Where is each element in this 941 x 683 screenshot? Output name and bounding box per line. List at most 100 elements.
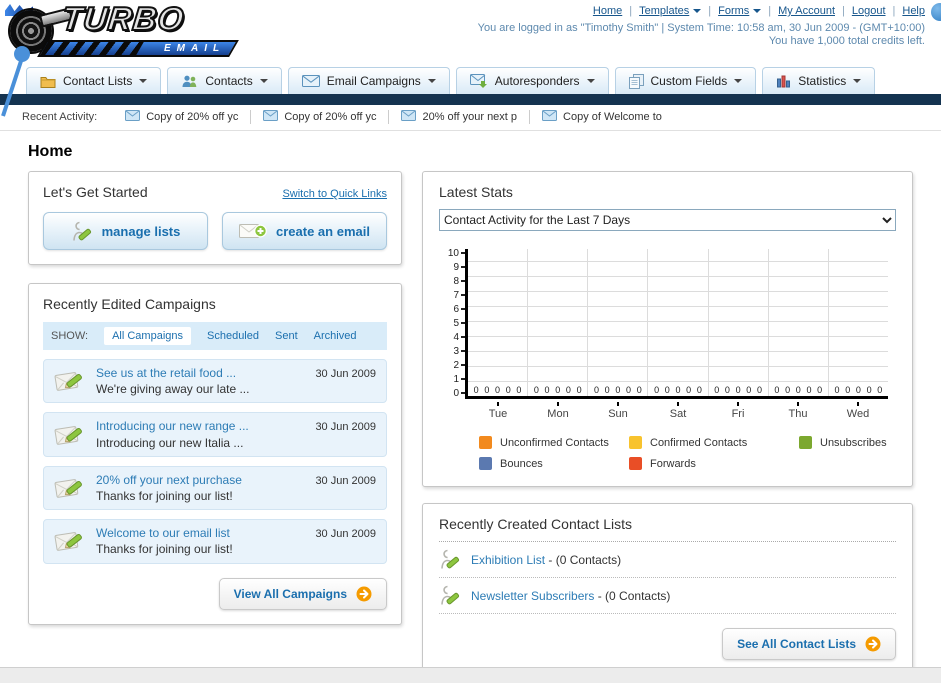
tab-custom-fields[interactable]: Custom Fields <box>614 67 757 94</box>
campaign-subtitle: Thanks for joining our list! <box>96 488 233 503</box>
chart-value-label: 0 <box>696 385 702 395</box>
envelope-icon <box>301 75 320 87</box>
turbo-email-logo: TURBO EMAIL <box>5 0 248 60</box>
recent-activity-item[interactable]: Copy of Welcome to <box>529 110 674 124</box>
envelope-pencil-icon <box>54 475 86 501</box>
y-tick-label: 5 <box>453 319 465 329</box>
y-tick-label: 3 <box>453 347 465 357</box>
tab-autoresponders[interactable]: Autoresponders <box>455 67 609 94</box>
campaign-rows: See us at the retail food ... We're givin… <box>43 359 387 564</box>
create-an-email-button[interactable]: create an email <box>222 212 387 250</box>
chart-value-label: 0 <box>774 385 780 395</box>
caret-down-icon <box>693 9 702 13</box>
x-tick-label: Tue <box>468 402 528 420</box>
campaign-title-link[interactable]: See us at the retail food ... <box>96 365 305 381</box>
campaign-row[interactable]: Welcome to our email list Thanks for join… <box>43 519 387 564</box>
legend-swatch <box>479 457 492 470</box>
header-link-my-account[interactable]: My Account <box>778 5 835 17</box>
contact-list-item: Newsletter Subscribers - (0 Contacts) <box>439 578 896 614</box>
x-tick-label: Sat <box>648 402 708 420</box>
y-tick-label: 6 <box>453 305 465 315</box>
autoresponder-icon <box>469 74 488 88</box>
help-bubble-icon[interactable] <box>931 3 941 21</box>
tab-contacts[interactable]: Contacts <box>167 67 282 94</box>
switch-to-quick-links-link[interactable]: Switch to Quick Links <box>282 188 387 200</box>
filter-scheduled[interactable]: Scheduled <box>207 330 259 342</box>
tab-email-campaigns[interactable]: Email Campaigns <box>287 67 450 94</box>
recent-activity-item[interactable]: 20% off your next p <box>388 110 529 124</box>
campaign-title-link[interactable]: 20% off your next purchase <box>96 472 305 488</box>
header: TURBO EMAIL Home | Templates | Forms | My Acco… <box>0 0 941 64</box>
caret-down-icon <box>853 79 862 83</box>
x-tick-label: Sun <box>588 402 648 420</box>
credits-status: You have 1,000 total credits left. <box>768 35 925 47</box>
contact-list-count: - (0 Contacts) <box>597 588 671 603</box>
chart-value-label: 0 <box>866 385 872 395</box>
brand-name: TURBO <box>59 0 187 38</box>
contact-list-link[interactable]: Exhibition List <box>471 553 545 567</box>
campaign-date: 30 Jun 2009 <box>315 474 376 487</box>
view-all-campaigns-button[interactable]: View All Campaigns <box>218 577 387 610</box>
caret-down-icon <box>427 79 436 83</box>
y-tick-label: 1 <box>453 375 465 385</box>
chart-value-label: 0 <box>845 385 851 395</box>
see-all-contact-lists-button[interactable]: See All Contact Lists <box>722 628 896 660</box>
tab-statistics[interactable]: Statistics <box>762 67 876 94</box>
legend-item: Unconfirmed Contacts <box>479 436 629 449</box>
x-tick-label: Mon <box>528 402 588 420</box>
y-tick-label: 2 <box>453 361 465 371</box>
header-link-forms[interactable]: Forms <box>718 5 762 17</box>
header-link-templates[interactable]: Templates <box>639 5 702 17</box>
chart-value-label: 0 <box>795 385 801 395</box>
envelope-pencil-icon <box>54 368 86 394</box>
chart-value-label: 0 <box>495 385 501 395</box>
filter-all-campaigns[interactable]: All Campaigns <box>104 327 191 345</box>
chart-legend: Unconfirmed Contacts Confirmed Contacts Un… <box>479 436 896 470</box>
header-link-help[interactable]: Help <box>902 5 925 17</box>
nav-underline-bar <box>0 94 941 105</box>
header-link-logout[interactable]: Logout <box>852 5 886 17</box>
campaign-title-link[interactable]: Introducing our new range ... <box>96 418 305 434</box>
chart-value-label: 0 <box>806 385 812 395</box>
y-tick-label: 4 <box>453 333 465 343</box>
y-tick-label: 10 <box>448 249 465 259</box>
campaign-subtitle: Thanks for joining our list! <box>96 542 233 557</box>
campaign-row[interactable]: 20% off your next purchase Thanks for joi… <box>43 465 387 511</box>
chart-value-label: 0 <box>785 385 791 395</box>
recent-activity-bar: Recent Activity: Copy of 20% off yc Copy … <box>0 105 941 131</box>
mail-icon <box>263 110 279 124</box>
tab-contact-lists[interactable]: Contact Lists <box>26 67 162 94</box>
y-tick-label: 0 <box>453 389 465 399</box>
chart-value-label: 0 <box>505 385 511 395</box>
stats-dropdown[interactable]: Contact Activity for the Last 7 Days <box>439 209 896 231</box>
campaign-date: 30 Jun 2009 <box>315 421 376 434</box>
campaign-row[interactable]: See us at the retail food ... We're givin… <box>43 359 387 404</box>
caret-down-icon <box>586 79 595 83</box>
contact-list-link[interactable]: Newsletter Subscribers <box>471 589 594 603</box>
campaign-row[interactable]: Introducing our new range ... Introducing… <box>43 412 387 457</box>
campaign-title-link[interactable]: Welcome to our email list <box>96 525 305 541</box>
recent-activity-item[interactable]: Copy of 20% off yc <box>113 110 250 124</box>
arrow-circle-icon <box>865 636 881 652</box>
chart-plot: 00000000000000000000000000000000000 <box>465 249 888 399</box>
campaign-date: 30 Jun 2009 <box>315 368 376 380</box>
chart-value-label: 0 <box>484 385 490 395</box>
page-title: Home <box>28 143 73 160</box>
filter-archived[interactable]: Archived <box>314 330 357 342</box>
filter-sent[interactable]: Sent <box>275 330 298 342</box>
separator: | <box>892 5 896 17</box>
chart-value-label: 0 <box>516 385 522 395</box>
see-all-contact-lists-label: See All Contact Lists <box>737 637 856 651</box>
latest-stats-panel: Latest Stats Contact Activity for the La… <box>422 171 913 487</box>
y-tick-label: 9 <box>453 263 465 273</box>
campaign-filters: All Campaigns Scheduled Sent Archived <box>104 327 356 345</box>
recent-activity-item[interactable]: Copy of 20% off yc <box>250 110 388 124</box>
chart-value-label: 0 <box>855 385 861 395</box>
chart-value-label: 0 <box>675 385 681 395</box>
manage-lists-button[interactable]: manage lists <box>43 212 208 250</box>
header-link-home[interactable]: Home <box>593 5 622 17</box>
chart-value-label: 0 <box>473 385 479 395</box>
chart-value-label: 0 <box>654 385 660 395</box>
legend-swatch <box>479 436 492 449</box>
chart-value-label: 0 <box>664 385 670 395</box>
